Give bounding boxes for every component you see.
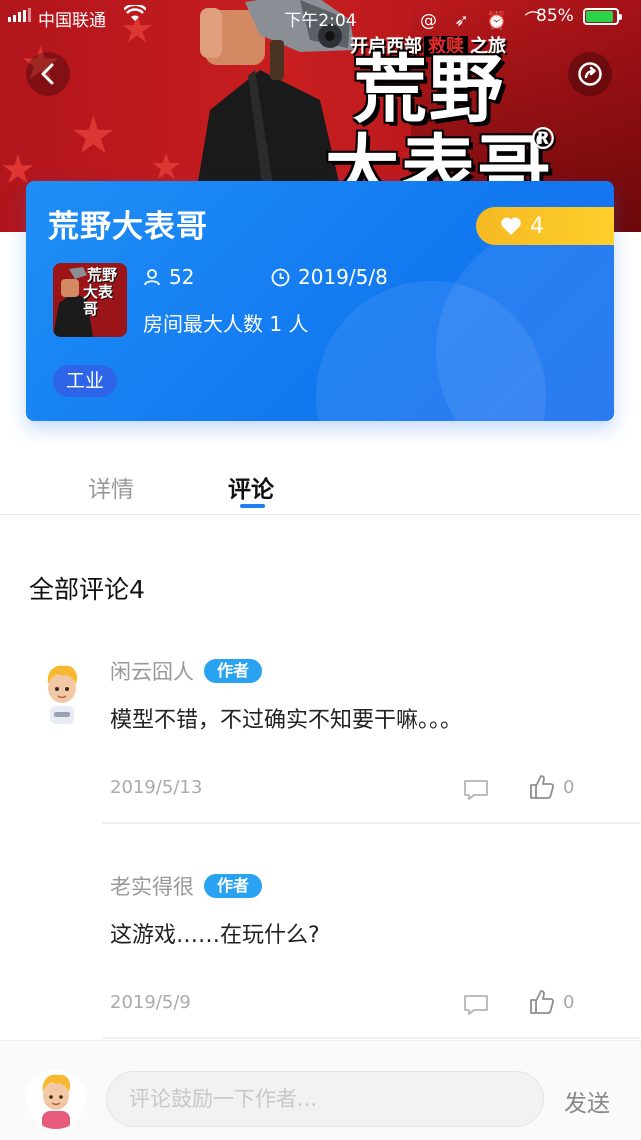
category-tag[interactable]: 工业 (53, 365, 118, 397)
tab-bar: 详情 评论 (0, 460, 641, 515)
thumbnail-title-line1: 荒野 (87, 266, 118, 284)
comments-heading: 全部评论4 (29, 575, 145, 604)
clock-icon (271, 268, 290, 286)
status-icons: @ ➶ ⏰ ⌒ (420, 11, 548, 31)
like-button[interactable]: 0 (529, 989, 574, 1015)
comment-text: 这游戏……在玩什么? (110, 923, 320, 948)
user-avatar[interactable] (34, 662, 90, 724)
like-count: 0 (563, 776, 575, 798)
comment-author: 老实得很 作者 (110, 871, 263, 901)
comment-input-bar: 发送 (0, 1040, 641, 1140)
comment-divider (102, 1037, 641, 1039)
active-tab-indicator (240, 504, 265, 508)
comment-input[interactable] (106, 1071, 544, 1127)
send-button[interactable]: 发送 (564, 1084, 610, 1118)
reply-icon[interactable] (463, 779, 489, 801)
battery-percent: 85% (536, 6, 574, 26)
comment-divider (102, 822, 641, 824)
comment-date: 2019/5/9 (110, 992, 191, 1013)
thumbs-up-icon (530, 990, 555, 1014)
registered-mark: ® (528, 122, 558, 157)
comment-item: 闲云囧人 作者 模型不错，不过确实不知要干嘛。。。 2019/5/13 0 (0, 640, 641, 825)
like-count-badge[interactable]: 4 (476, 207, 614, 245)
comment-item: 老实得很 作者 这游戏……在玩什么? 2019/5/9 0 (0, 855, 641, 1040)
game-thumbnail: 荒野 大表哥 (53, 263, 127, 337)
like-count: 4 (530, 213, 544, 239)
game-info-card: 荒野大表哥 4 荒野 大表哥 52 2019/5/8 房间最大人数 1 人 工业 (26, 181, 614, 421)
publish-date-value: 2019/5/8 (298, 265, 388, 289)
comment-author: 闲云囧人 作者 (110, 656, 263, 686)
comment-date: 2019/5/13 (110, 777, 203, 798)
battery-icon (583, 8, 622, 25)
star-decoration: ★ (70, 106, 117, 166)
author-badge: 作者 (204, 659, 263, 683)
comment-text: 模型不错，不过确实不知要干嘛。。。 (110, 708, 463, 733)
game-title: 荒野大表哥 (48, 209, 208, 245)
user-icon (144, 269, 160, 286)
tab-details[interactable]: 详情 (88, 470, 134, 504)
chevron-left-icon (41, 63, 54, 85)
like-button[interactable]: 0 (529, 774, 574, 800)
author-name[interactable]: 老实得很 (110, 871, 194, 901)
back-button[interactable] (26, 52, 70, 96)
heart-icon (501, 217, 521, 235)
my-avatar-image (42, 1074, 71, 1129)
card-decoration (436, 221, 614, 421)
room-capacity: 房间最大人数 1 人 (143, 312, 309, 336)
author-badge: 作者 (204, 874, 263, 898)
my-avatar (26, 1069, 86, 1129)
share-icon (578, 62, 602, 86)
battery-fill (586, 11, 614, 22)
status-bar: 中国联通 下午2:04 @ ➶ ⏰ ⌒ 85% (0, 0, 641, 34)
player-count: 52 (143, 265, 194, 289)
publish-date: 2019/5/8 (271, 265, 388, 289)
thumbnail-title-line2: 大表哥 (83, 283, 114, 318)
player-count-value: 52 (169, 265, 195, 289)
tab-comments[interactable]: 评论 (228, 470, 274, 504)
reply-icon[interactable] (463, 994, 489, 1016)
author-name[interactable]: 闲云囧人 (110, 656, 194, 686)
thumbs-up-icon (530, 775, 555, 799)
like-count: 0 (563, 991, 575, 1013)
share-button[interactable] (568, 52, 612, 96)
